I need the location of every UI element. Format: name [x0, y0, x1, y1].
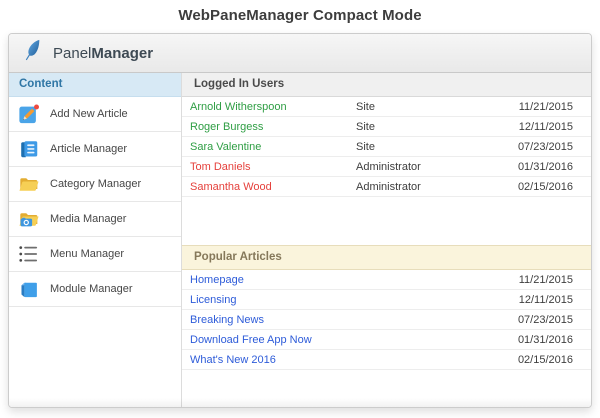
user-type: Administrator — [356, 161, 518, 173]
user-name-link[interactable]: Roger Burgess — [190, 121, 356, 133]
table-row: Breaking News 07/23/2015 — [182, 310, 591, 330]
user-login-date: 07/23/2015 — [518, 141, 573, 153]
feather-logo-icon — [21, 39, 43, 67]
sidebar-item-label: Article Manager — [50, 143, 127, 155]
module-manager-icon — [18, 278, 40, 300]
sidebar-item-label: Add New Article — [50, 108, 128, 120]
article-date: 02/15/2016 — [518, 354, 573, 366]
table-row: What's New 2016 02/15/2016 — [182, 350, 591, 370]
sidebar-item-module-manager[interactable]: Module Manager — [9, 272, 181, 307]
table-row: Licensing 12/11/2015 — [182, 290, 591, 310]
user-login-date: 11/21/2015 — [519, 101, 573, 113]
article-date: 07/23/2015 — [518, 314, 573, 326]
table-row: Download Free App Now 01/31/2016 — [182, 330, 591, 350]
sidebar-item-label: Media Manager — [50, 213, 126, 225]
popular-articles-table: Homepage 11/21/2015 Licensing 12/11/2015… — [182, 270, 591, 370]
sidebar-item-label: Menu Manager — [50, 248, 124, 260]
user-type: Site — [356, 121, 519, 133]
article-manager-icon — [18, 138, 40, 160]
main-content: Logged In Users Arnold Witherspoon Site … — [182, 73, 591, 407]
article-date: 12/11/2015 — [519, 294, 573, 306]
popular-articles-header: Popular Articles — [182, 245, 591, 270]
sidebar-item-label: Module Manager — [50, 283, 133, 295]
sidebar-item-category-manager[interactable]: Category Manager — [9, 167, 181, 202]
brand-name: PanelManager — [53, 45, 153, 62]
user-name-link[interactable]: Samantha Wood — [190, 181, 356, 193]
logged-in-users-table: Arnold Witherspoon Site 11/21/2015 Roger… — [182, 97, 591, 197]
user-name-link[interactable]: Sara Valentine — [190, 141, 356, 153]
panel-manager-window: PanelManager Content Add New Article Art… — [8, 33, 592, 408]
user-login-date: 02/15/2016 — [518, 181, 573, 193]
sidebar-item-add-new-article[interactable]: Add New Article — [9, 97, 181, 132]
user-type: Site — [356, 141, 518, 153]
table-row: Roger Burgess Site 12/11/2015 — [182, 117, 591, 137]
user-name-link[interactable]: Arnold Witherspoon — [190, 101, 356, 113]
user-type: Administrator — [356, 181, 518, 193]
user-name-link[interactable]: Tom Daniels — [190, 161, 356, 173]
brand-name-bold: Manager — [91, 45, 153, 62]
sidebar-item-media-manager[interactable]: Media Manager — [9, 202, 181, 237]
article-date: 11/21/2015 — [519, 274, 573, 286]
article-date: 01/31/2016 — [518, 334, 573, 346]
sidebar-item-article-manager[interactable]: Article Manager — [9, 132, 181, 167]
article-link[interactable]: Homepage — [190, 274, 519, 286]
add-article-icon — [18, 103, 40, 125]
table-row: Sara Valentine Site 07/23/2015 — [182, 137, 591, 157]
sidebar: Content Add New Article Article Manager — [9, 73, 182, 407]
sidebar-menu: Add New Article Article Manager Category… — [9, 97, 181, 307]
article-link[interactable]: Breaking News — [190, 314, 518, 326]
media-manager-icon — [18, 208, 40, 230]
user-login-date: 01/31/2016 — [518, 161, 573, 173]
table-row: Tom Daniels Administrator 01/31/2016 — [182, 157, 591, 177]
sidebar-item-label: Category Manager — [50, 178, 141, 190]
logged-in-users-header: Logged In Users — [182, 73, 591, 97]
category-manager-icon — [18, 173, 40, 195]
page-title: WebPaneManager Compact Mode — [0, 7, 600, 24]
panel-header: PanelManager — [9, 34, 591, 73]
user-login-date: 12/11/2015 — [519, 121, 573, 133]
sidebar-item-menu-manager[interactable]: Menu Manager — [9, 237, 181, 272]
article-link[interactable]: What's New 2016 — [190, 354, 518, 366]
article-link[interactable]: Download Free App Now — [190, 334, 518, 346]
brand-name-light: Panel — [53, 45, 91, 62]
table-row: Samantha Wood Administrator 02/15/2016 — [182, 177, 591, 197]
table-row: Arnold Witherspoon Site 11/21/2015 — [182, 97, 591, 117]
menu-manager-icon — [18, 243, 40, 265]
article-link[interactable]: Licensing — [190, 294, 519, 306]
sidebar-header-content: Content — [9, 73, 181, 97]
section-gap — [182, 197, 591, 245]
table-row: Homepage 11/21/2015 — [182, 270, 591, 290]
user-type: Site — [356, 101, 519, 113]
